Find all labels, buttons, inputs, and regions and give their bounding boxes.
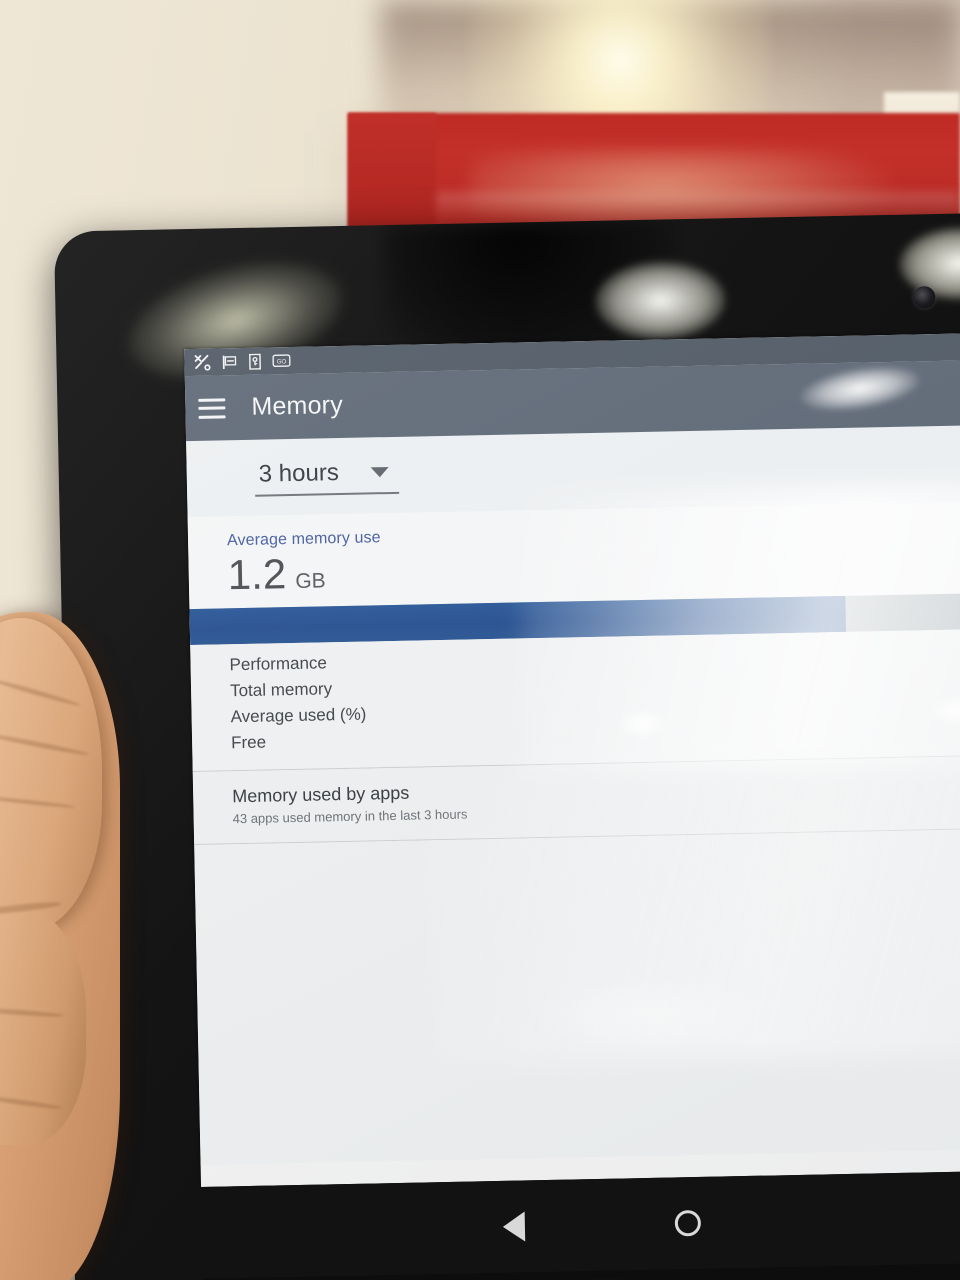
stat-key: Performance xyxy=(229,653,328,675)
home-circle-icon[interactable] xyxy=(674,1209,702,1237)
developer-tools-icon xyxy=(194,354,211,371)
android-nav-bar xyxy=(201,1170,960,1279)
stat-key: Free xyxy=(230,732,267,753)
flag-icon xyxy=(222,355,237,369)
summary-number: 1.2 xyxy=(227,550,287,599)
memory-stats-list: Performance Total memory Average used (%) F… xyxy=(190,629,960,772)
hamburger-menu-icon[interactable] xyxy=(198,397,226,419)
front-camera-icon xyxy=(913,286,936,309)
key-badge-icon xyxy=(249,353,261,370)
tablet-device: GO Memory 3 hours Average memory use 1.2… xyxy=(53,213,960,1280)
tablet-screen: GO Memory 3 hours Average memory use 1.2… xyxy=(184,333,960,1187)
memory-summary-card: Average memory use 1.2 GB xyxy=(187,501,960,646)
photo-scene: GO Memory 3 hours Average memory use 1.2… xyxy=(0,0,960,1280)
time-range-value: 3 hours xyxy=(258,459,340,488)
empty-list-area xyxy=(194,828,960,1165)
summary-unit: GB xyxy=(295,569,326,593)
time-range-spinner[interactable]: 3 hours xyxy=(254,455,400,497)
chevron-down-icon xyxy=(370,467,389,478)
adb-icon: GO xyxy=(272,354,291,368)
stat-key: Average used (%) xyxy=(230,704,367,727)
stat-key: Total memory xyxy=(229,679,333,701)
page-title: Memory xyxy=(251,390,344,421)
back-triangle-icon[interactable] xyxy=(502,1211,526,1242)
bezel-reflection-center xyxy=(594,260,727,341)
svg-text:GO: GO xyxy=(277,358,287,365)
